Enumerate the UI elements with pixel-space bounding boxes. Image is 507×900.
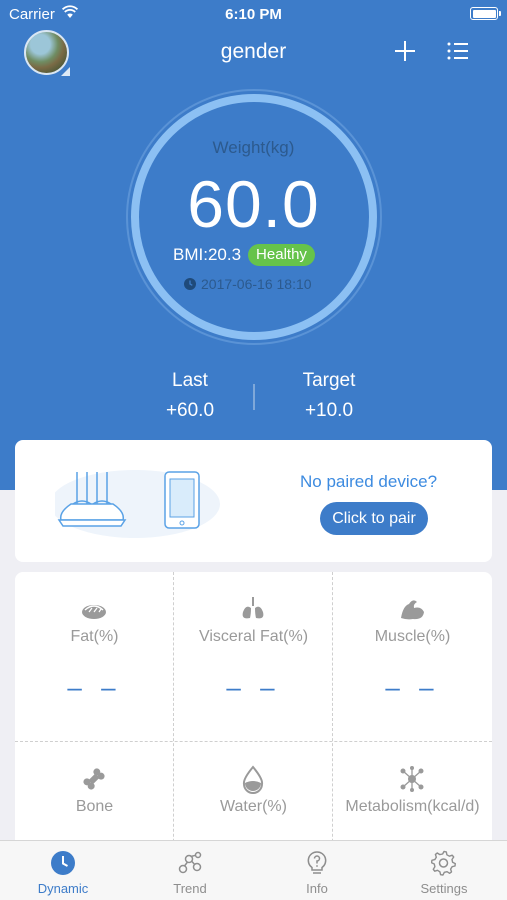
weight-value: 60.0: [187, 167, 320, 241]
last-stat: Last +60.0: [120, 370, 260, 422]
target-stat: Target +10.0: [259, 370, 399, 422]
last-value: +60.0: [165, 400, 215, 421]
fat-icon: [82, 605, 106, 619]
status-bar: Carrier 6:10 PM: [0, 0, 507, 28]
add-icon[interactable]: [392, 38, 418, 64]
measurement-date: 2017-06-16 18:10: [184, 276, 312, 292]
pair-device-card: No paired device? Click to pair: [15, 440, 492, 562]
list-icon[interactable]: [446, 40, 470, 62]
tab-label: Info: [306, 881, 328, 896]
lungs-icon: [242, 597, 264, 619]
status-time: 6:10 PM: [225, 6, 282, 23]
bone-icon: [83, 768, 105, 790]
tab-label: Dynamic: [37, 881, 89, 896]
avatar-corner-marker: [61, 67, 70, 76]
metric-label: Water(%): [220, 798, 287, 815]
water-drop-icon: [242, 765, 264, 794]
tab-settings[interactable]: Settings: [381, 841, 507, 900]
info-bulb-icon: [307, 851, 327, 874]
status-badge: Healthy: [248, 244, 315, 266]
metric-value: – –: [226, 672, 281, 702]
metabolism-icon: [400, 766, 424, 792]
metric-fat[interactable]: Fat(%) – –: [15, 572, 174, 742]
bmi-value: BMI:20.3: [173, 245, 242, 264]
metric-label: Visceral Fat(%): [198, 628, 309, 645]
clock-icon: [184, 278, 196, 290]
battery-icon: [470, 7, 501, 20]
metric-label: Bone: [75, 798, 114, 815]
metric-muscle[interactable]: Muscle(%) – –: [333, 572, 492, 742]
tab-dynamic[interactable]: Dynamic: [0, 841, 126, 900]
metric-visceral-fat[interactable]: Visceral Fat(%) – –: [174, 572, 333, 742]
clock-icon: [51, 851, 75, 875]
metric-value: – –: [385, 672, 440, 702]
muscle-icon: [401, 600, 424, 620]
tab-trend[interactable]: Trend: [127, 841, 253, 900]
page-title: gender: [220, 40, 287, 63]
weight-label: Weight(kg): [212, 138, 295, 157]
tab-bar: Dynamic Trend Info Settings: [0, 840, 507, 900]
stat-divider: [253, 384, 255, 410]
tab-label: Settings: [420, 881, 468, 896]
click-to-pair-button[interactable]: Click to pair: [320, 502, 428, 535]
metric-value: – –: [67, 672, 122, 702]
metrics-grid: Fat(%) – – Visceral Fat(%) – – Muscle(%)…: [15, 572, 492, 872]
metric-label: Fat(%): [70, 628, 119, 645]
trend-icon: [178, 851, 202, 874]
last-label: Last: [172, 370, 208, 391]
target-label: Target: [302, 370, 356, 391]
tab-label: Trend: [173, 881, 207, 896]
date-text: 2017-06-16 18:10: [201, 276, 312, 292]
bmi-row: BMI:20.3 Healthy: [173, 244, 315, 266]
scale-phone-illustration-icon: [55, 470, 220, 538]
metric-label: Metabolism(kcal/d): [345, 798, 480, 815]
metric-label: Muscle(%): [374, 628, 451, 645]
tab-info[interactable]: Info: [254, 841, 380, 900]
gear-icon: [431, 850, 456, 876]
no-paired-device-link[interactable]: No paired device?: [300, 472, 437, 492]
target-value: +10.0: [304, 400, 354, 421]
